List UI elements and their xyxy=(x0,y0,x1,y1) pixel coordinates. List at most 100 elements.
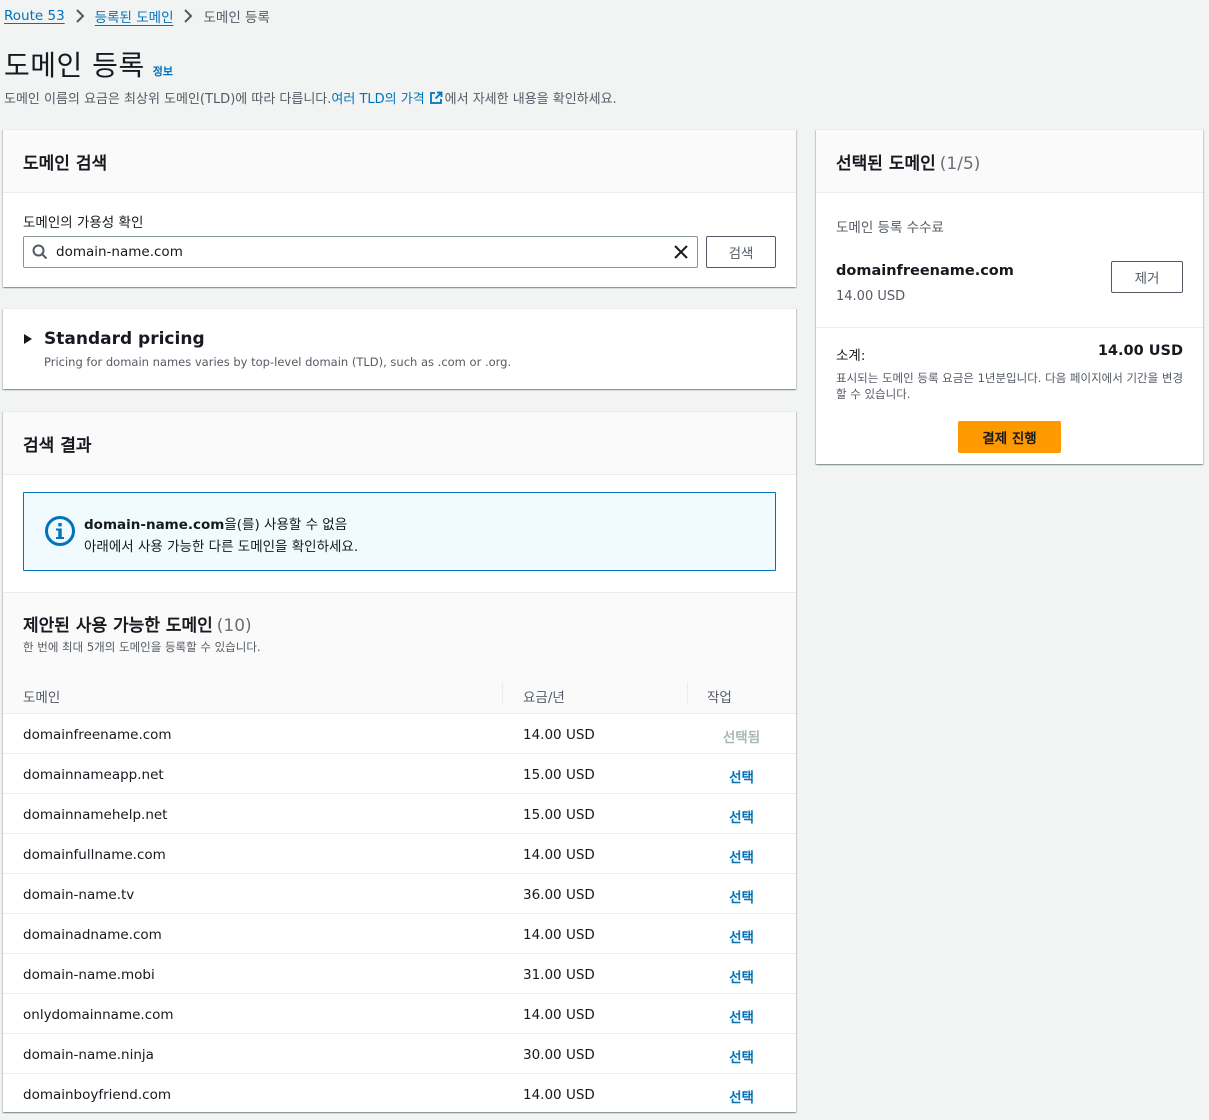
page-description: 도메인 이름의 요금은 최상위 도메인(TLD)에 따라 다릅니다. 여러 TL… xyxy=(4,88,617,107)
caret-right-icon xyxy=(24,334,32,344)
column-divider xyxy=(687,682,688,704)
column-header-domain: 도메인 xyxy=(23,690,61,706)
alert-title-suffix: 을(를) 사용할 수 없음 xyxy=(224,517,348,533)
panel-header: 검색 결과 xyxy=(3,412,796,475)
select-button[interactable]: 선택 xyxy=(703,846,780,866)
row-price: 31.00 USD xyxy=(523,967,595,983)
row-price: 14.00 USD xyxy=(523,927,595,943)
table-row: onlydomainname.com 14.00 USD 선택 xyxy=(3,994,796,1034)
column-header-price: 요금/년 xyxy=(523,690,565,706)
column-header-action: 작업 xyxy=(707,690,732,706)
table-row: domainnameapp.net 15.00 USD 선택 xyxy=(3,754,796,794)
table-row: domain-name.tv 36.00 USD 선택 xyxy=(3,874,796,914)
selected-domain-price: 14.00 USD xyxy=(836,289,906,304)
breadcrumb: Route 53 등록된 도메인 도메인 등록 xyxy=(4,6,270,26)
chevron-right-icon xyxy=(69,8,91,24)
subtotal-label: 소계: xyxy=(836,348,866,364)
domain-table-body: domainfreename.com 14.00 USD 선택됨 domainn… xyxy=(3,714,796,1114)
select-button[interactable]: 선택 xyxy=(703,766,780,786)
select-button[interactable]: 선택 xyxy=(703,1006,780,1026)
external-link-icon[interactable] xyxy=(429,91,443,105)
table-row: domain-name.ninja 30.00 USD 선택 xyxy=(3,1034,796,1074)
select-button[interactable]: 선택 xyxy=(703,1046,780,1066)
domain-search-input[interactable] xyxy=(56,244,673,260)
select-button[interactable]: 선택 xyxy=(703,1086,780,1106)
alert-title: domain-name.com을(를) 사용할 수 없음 xyxy=(84,513,347,533)
row-domain: domain-name.mobi xyxy=(23,967,155,983)
row-domain: domain-name.tv xyxy=(23,887,135,903)
suggested-domains-header: 제안된 사용 가능한 도메인 (10) 한 번에 최대 5개의 도메인을 등록할 … xyxy=(3,592,796,682)
breadcrumb-link-route53[interactable]: Route 53 xyxy=(4,8,65,24)
panel-title: 선택된 도메인 (1/5) xyxy=(836,149,980,174)
page-title: 도메인 등록 xyxy=(4,49,145,82)
suggested-domains-count: (10) xyxy=(216,616,252,636)
selected-domain-name: domainfreename.com xyxy=(836,263,1014,279)
domain-search-box[interactable] xyxy=(23,236,698,268)
select-button[interactable]: 선택 xyxy=(703,926,780,946)
page-header: 도메인 등록 정보 xyxy=(4,44,173,84)
row-price: 14.00 USD xyxy=(523,847,595,863)
suggested-domains-subtitle: 한 번에 최대 5개의 도메인을 등록할 수 있습니다. xyxy=(23,640,261,654)
row-domain: domainfullname.com xyxy=(23,847,166,863)
standard-pricing-description: Pricing for domain names varies by top-l… xyxy=(44,355,512,369)
suggested-domains-title: 제안된 사용 가능한 도메인 (10) xyxy=(23,611,252,636)
breadcrumb-link-registered-domains[interactable]: 등록된 도메인 xyxy=(95,6,174,26)
selected-domains-title: 선택된 도메인 xyxy=(836,153,936,174)
select-button[interactable]: 선택 xyxy=(703,806,780,826)
alert-body: 아래에서 사용 가능한 다른 도메인을 확인하세요. xyxy=(84,539,359,555)
panel-title: 검색 결과 xyxy=(23,435,92,456)
page-description-suffix: 에서 자세한 내용을 확인하세요. xyxy=(444,92,617,107)
standard-pricing-panel: Standard pricing Pricing for domain name… xyxy=(3,308,796,389)
row-domain: domainadname.com xyxy=(23,927,162,943)
standard-pricing-toggle[interactable]: Standard pricing xyxy=(23,329,205,349)
row-domain: domain-name.ninja xyxy=(23,1047,154,1063)
row-domain: domainfreename.com xyxy=(23,727,172,743)
alert-title-domain: domain-name.com xyxy=(84,517,225,533)
selected-domains-panel: 선택된 도메인 (1/5) 도메인 등록 수수료 domainfreename.c… xyxy=(816,129,1203,464)
breadcrumb-current: 도메인 등록 xyxy=(203,10,270,26)
row-price: 30.00 USD xyxy=(523,1047,595,1063)
panel-header: 선택된 도메인 (1/5) xyxy=(816,130,1203,193)
availability-field-label: 도메인의 가용성 확인 xyxy=(23,215,144,231)
table-row: domainfreename.com 14.00 USD 선택됨 xyxy=(3,714,796,754)
panel-header: 도메인 검색 xyxy=(3,130,796,193)
remove-button[interactable]: 제거 xyxy=(1111,261,1183,293)
registration-fee-label: 도메인 등록 수수료 xyxy=(836,220,944,236)
table-row: domainadname.com 14.00 USD 선택 xyxy=(3,914,796,954)
select-button[interactable]: 선택 xyxy=(703,886,780,906)
table-row: domainboyfriend.com 14.00 USD 선택 xyxy=(3,1074,796,1114)
checkout-button[interactable]: 결제 진행 xyxy=(958,421,1061,453)
row-domain: domainnameapp.net xyxy=(23,767,164,783)
tld-pricing-link[interactable]: 여러 TLD의 가격 xyxy=(331,88,424,107)
row-price: 14.00 USD xyxy=(523,1007,595,1023)
row-price: 14.00 USD xyxy=(523,1087,595,1103)
search-results-panel: 검색 결과 domain-name.com을(를) 사용할 수 없음 아래에서 … xyxy=(3,411,796,1112)
pricing-note: 표시되는 도메인 등록 요금은 1년분입니다. 다음 페이지에서 기간을 변경할… xyxy=(836,371,1184,401)
row-domain: domainboyfriend.com xyxy=(23,1087,171,1103)
row-price: 14.00 USD xyxy=(523,727,595,743)
table-row: domain-name.mobi 31.00 USD 선택 xyxy=(3,954,796,994)
domain-search-panel: 도메인 검색 도메인의 가용성 확인 검색 xyxy=(3,129,796,287)
row-price: 15.00 USD xyxy=(523,767,595,783)
search-button[interactable]: 검색 xyxy=(706,236,776,268)
close-icon[interactable] xyxy=(673,244,689,260)
row-domain: domainnamehelp.net xyxy=(23,807,168,823)
unavailable-alert: domain-name.com을(를) 사용할 수 없음 아래에서 사용 가능한… xyxy=(23,492,776,571)
info-icon xyxy=(45,516,75,546)
chevron-right-icon xyxy=(177,8,199,24)
standard-pricing-title: Standard pricing xyxy=(44,329,205,349)
panel-title: 도메인 검색 xyxy=(23,153,108,174)
search-icon xyxy=(32,244,48,260)
divider xyxy=(816,327,1203,328)
column-divider xyxy=(502,682,503,704)
row-price: 15.00 USD xyxy=(523,807,595,823)
info-link[interactable]: 정보 xyxy=(153,63,173,79)
select-button[interactable]: 선택 xyxy=(703,966,780,986)
page-description-text: 도메인 이름의 요금은 최상위 도메인(TLD)에 따라 다릅니다. xyxy=(4,92,332,107)
row-price: 36.00 USD xyxy=(523,887,595,903)
table-column-headers: 도메인 요금/년 작업 xyxy=(3,674,796,714)
selected-label: 선택됨 xyxy=(722,730,761,746)
selected-domains-count: (1/5) xyxy=(939,153,981,174)
row-domain: onlydomainname.com xyxy=(23,1007,174,1023)
suggested-domains-title-text: 제안된 사용 가능한 도메인 xyxy=(23,616,213,636)
